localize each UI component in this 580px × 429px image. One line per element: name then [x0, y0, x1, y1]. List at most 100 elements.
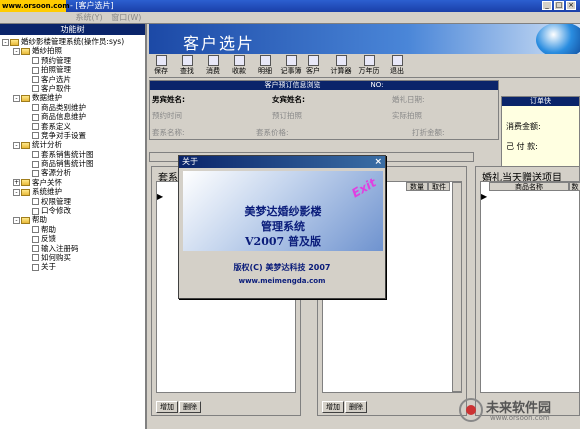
toolbar-button[interactable]: 计算器: [327, 55, 355, 77]
document-icon: [32, 245, 39, 253]
tree-node-label: 客户关怀: [32, 177, 62, 187]
collapse-icon[interactable]: -: [13, 188, 20, 196]
toolbar-button[interactable]: 查找: [175, 55, 199, 77]
exit-link[interactable]: Exit: [349, 175, 378, 200]
tree-node[interactable]: 拍照管理: [0, 65, 145, 74]
toolbar-button[interactable]: 消费: [201, 55, 225, 77]
tree-node-label: 权限管理: [41, 196, 71, 206]
tree-node-label: 关于: [41, 262, 56, 272]
tree-node[interactable]: + 客户关怀: [0, 178, 145, 187]
about-close-button[interactable]: ×: [374, 156, 382, 168]
toolbar-button-label: 记事簿: [280, 67, 302, 75]
tree-node-label: 拍照管理: [41, 65, 71, 75]
toolbar-button-label: 查找: [180, 67, 194, 75]
amount-label: 消费金额:: [506, 122, 541, 131]
about-dialog-title: 关于: [179, 156, 385, 168]
folder-icon: [21, 141, 30, 149]
watermark-label: www.orsoon.com: [0, 0, 70, 12]
toolbar: 保存 查找 消费 收款 明细 记事簿 客户 计算器 万年历 退出: [149, 54, 580, 78]
booking-info-header: 客户预订信息浏览 NO:: [150, 81, 498, 90]
package-add-button[interactable]: 增加: [156, 401, 178, 413]
menu-system[interactable]: 系统(Y): [73, 12, 106, 24]
items-add-button[interactable]: 增加: [322, 401, 344, 413]
tree-node-label: 反馈: [41, 234, 56, 244]
tree-node[interactable]: 商品类别维护: [0, 103, 145, 112]
minimize-button[interactable]: _: [542, 1, 552, 10]
document-icon: [32, 85, 39, 93]
document-icon: [32, 113, 39, 121]
toolbar-button[interactable]: 保存: [149, 55, 173, 77]
close-window-button[interactable]: ×: [566, 1, 576, 10]
pickup-column-header: 取件: [428, 182, 450, 191]
tree-node[interactable]: 竞争对手设置: [0, 131, 145, 140]
gift-panel: 婚礼当天赠送项目 商品名称 数 ▶: [475, 166, 580, 416]
tree-node[interactable]: 客源分析: [0, 168, 145, 177]
tree-node[interactable]: - 系统维护: [0, 187, 145, 196]
expand-icon[interactable]: +: [13, 179, 20, 187]
toolbar-button-label: 客户: [306, 67, 320, 75]
collapse-icon[interactable]: -: [13, 216, 20, 224]
book-time-label: 预约时间: [152, 111, 182, 120]
toolbar-button[interactable]: 客户: [301, 55, 325, 77]
tree-node[interactable]: 反馈: [0, 234, 145, 243]
items-delete-button[interactable]: 删除: [345, 401, 367, 413]
document-icon: [32, 235, 39, 243]
tree-node[interactable]: 套系销售统计图: [0, 150, 145, 159]
tree-node[interactable]: 客户取件: [0, 84, 145, 93]
tree-node[interactable]: 如何购买: [0, 253, 145, 262]
function-tree-header: 功能树: [0, 24, 145, 35]
toolbar-button-label: 消费: [206, 67, 220, 75]
tree-node[interactable]: 客户选片: [0, 75, 145, 84]
tree-node[interactable]: - 婚纱影楼管理系统(操作员:sys): [0, 37, 145, 46]
toolbar-button[interactable]: 万年历: [355, 55, 383, 77]
collapse-icon[interactable]: -: [13, 94, 20, 102]
tree-node-label: 口令修改: [41, 206, 71, 216]
document-icon: [32, 160, 39, 168]
toolbar-button[interactable]: 退出: [385, 55, 409, 77]
tree-node-label: 婚纱拍照: [32, 46, 62, 56]
tree-node[interactable]: - 婚纱拍照: [0, 46, 145, 55]
page-banner: 客户选片: [149, 24, 580, 54]
tree-node-label: 统计分析: [32, 140, 62, 150]
book-shoot-label: 预订拍照: [272, 111, 302, 120]
toolbar-button-label: 明细: [258, 67, 272, 75]
gift-grid[interactable]: 商品名称 数 ▶: [480, 181, 580, 393]
tree-node-label: 输入注册码: [41, 243, 79, 253]
tree-node-label: 客户选片: [41, 74, 71, 84]
items-scrollbar[interactable]: [452, 182, 462, 392]
tree-node-label: 如何购买: [41, 252, 71, 262]
watermark-url: www.orsoon.com: [490, 414, 550, 422]
tree-node[interactable]: 输入注册码: [0, 244, 145, 253]
function-tree: - 婚纱影楼管理系统(操作员:sys) - 婚纱拍照 预约管理 拍照管理 客户选片 客户取件 -…: [0, 35, 145, 272]
tree-node[interactable]: 帮助: [0, 225, 145, 234]
toolbar-button[interactable]: 明细: [253, 55, 277, 77]
toolbar-button[interactable]: 收款: [227, 55, 251, 77]
document-icon: [32, 151, 39, 159]
collapse-icon[interactable]: -: [2, 38, 9, 46]
order-panel: 订单快 消费金额: 己 付 款:: [501, 96, 580, 174]
save-icon: [155, 55, 167, 66]
tree-node[interactable]: 口令修改: [0, 206, 145, 215]
website-text: www.meimengda.com: [238, 277, 326, 285]
tree-node[interactable]: 套系定义: [0, 122, 145, 131]
tree-node[interactable]: - 统计分析: [0, 140, 145, 149]
tree-node[interactable]: 关于: [0, 262, 145, 271]
folder-icon: [21, 94, 30, 102]
package-price-label: 套系价格:: [256, 128, 289, 137]
maximize-button[interactable]: □: [554, 1, 564, 10]
menu-window[interactable]: 窗口(W): [108, 12, 144, 24]
tree-node[interactable]: - 数据维护: [0, 93, 145, 102]
tree-node[interactable]: 预约管理: [0, 56, 145, 65]
document-icon: [32, 226, 39, 234]
tree-node[interactable]: 商品信息维护: [0, 112, 145, 121]
tree-node-label: 婚纱影楼管理系统(操作员:sys): [21, 37, 125, 46]
collapse-icon[interactable]: -: [13, 141, 20, 149]
tree-node-label: 套系定义: [41, 121, 71, 131]
tree-node[interactable]: 权限管理: [0, 197, 145, 206]
folder-icon: [21, 188, 30, 196]
collapse-icon[interactable]: -: [13, 47, 20, 55]
tree-node[interactable]: 商品销售统计图: [0, 159, 145, 168]
tree-node[interactable]: - 帮助: [0, 215, 145, 224]
package-delete-button[interactable]: 删除: [179, 401, 201, 413]
about-dialog: 关于 × 美梦达婚纱影楼 管理系统 V2007 普及版 Exit 版权(C) 美…: [178, 155, 386, 299]
